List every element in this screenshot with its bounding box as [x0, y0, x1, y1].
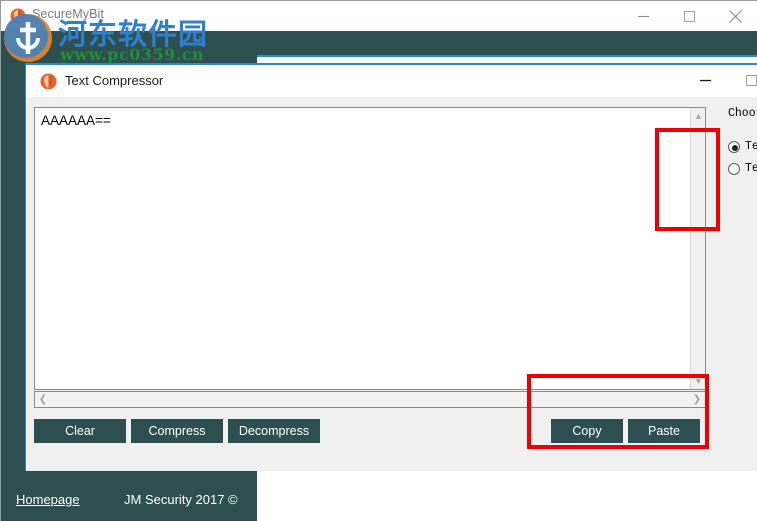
footer-bar: Homepage JM Security 2017 ©: [1, 471, 757, 521]
decompress-button[interactable]: Decompress: [228, 419, 320, 443]
shield-icon: [10, 8, 26, 24]
chevron-up-icon[interactable]: ▲: [691, 108, 706, 124]
maximize-icon[interactable]: [666, 1, 712, 31]
radio-button-icon[interactable]: [728, 162, 740, 175]
radio-option-label: Text ]: [745, 162, 757, 175]
close-icon[interactable]: [712, 1, 757, 31]
chevron-right-icon[interactable]: ❯: [689, 392, 705, 407]
inner-window-text-compressor: Text Compressor AAAAAA== ▲ ▼ ❮ ❯ Clear C…: [25, 63, 757, 471]
screenshot-root: SecureMyBit Text Compressor AAAAAA== ▲ ▼…: [0, 0, 757, 521]
maximize-icon[interactable]: [728, 65, 757, 96]
chevron-down-icon[interactable]: ▼: [691, 373, 706, 389]
compress-button[interactable]: Compress: [131, 419, 223, 443]
options-panel: Choose s Text ( Text ]: [714, 107, 757, 227]
options-panel-label: Choose s: [728, 107, 757, 120]
radio-button-icon[interactable]: [728, 140, 740, 153]
minimize-icon[interactable]: [682, 65, 728, 96]
paste-button[interactable]: Paste: [628, 419, 700, 443]
clear-button[interactable]: Clear: [34, 419, 126, 443]
outer-window-securemybit: SecureMyBit Text Compressor AAAAAA== ▲ ▼…: [0, 0, 757, 521]
inner-window-title: Text Compressor: [65, 73, 164, 88]
horizontal-scrollbar[interactable]: ❮ ❯: [34, 391, 706, 408]
copyright-text: JM Security 2017 ©: [124, 492, 238, 507]
outer-window-content-strip: [257, 55, 757, 63]
radio-option-text-decompress[interactable]: Text ]: [728, 162, 757, 175]
text-input-area[interactable]: AAAAAA==: [35, 108, 691, 389]
text-area-frame: AAAAAA== ▲ ▼: [34, 107, 706, 390]
inner-title-bar: Text Compressor: [26, 65, 757, 97]
copy-button[interactable]: Copy: [551, 419, 623, 443]
minimize-icon[interactable]: [620, 1, 666, 31]
outer-window-title: SecureMyBit: [32, 7, 104, 21]
radio-option-label: Text (: [745, 140, 757, 153]
vertical-scrollbar[interactable]: ▲ ▼: [690, 108, 705, 389]
inner-window-body: AAAAAA== ▲ ▼ ❮ ❯ Clear Compress Decompre…: [26, 97, 757, 471]
shield-icon: [40, 73, 57, 90]
outer-title-bar: SecureMyBit: [1, 1, 757, 31]
chevron-left-icon[interactable]: ❮: [35, 392, 51, 407]
footer-right-filler: [257, 471, 757, 521]
radio-option-text-compress[interactable]: Text (: [728, 140, 757, 153]
homepage-link[interactable]: Homepage: [16, 492, 80, 507]
